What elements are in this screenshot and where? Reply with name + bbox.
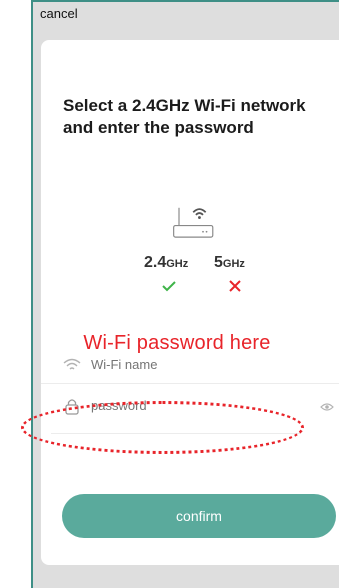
page-title: Select a 2.4GHz Wi-Fi network and enter … (63, 96, 306, 137)
cancel-button[interactable]: cancel (40, 6, 78, 21)
wifi-name-input[interactable] (91, 357, 311, 372)
password-highlight-ellipse (21, 401, 304, 454)
router-icon (173, 207, 214, 238)
band-2-4ghz-label: 2.4GHz (144, 254, 189, 271)
x-icon (229, 280, 241, 292)
band-5ghz-label: 5GHz (214, 254, 245, 271)
confirm-button[interactable]: confirm (62, 494, 336, 538)
eye-icon[interactable] (320, 402, 334, 412)
check-icon (162, 281, 176, 292)
wifi-name-row (41, 348, 339, 384)
wifi-icon (63, 358, 81, 370)
